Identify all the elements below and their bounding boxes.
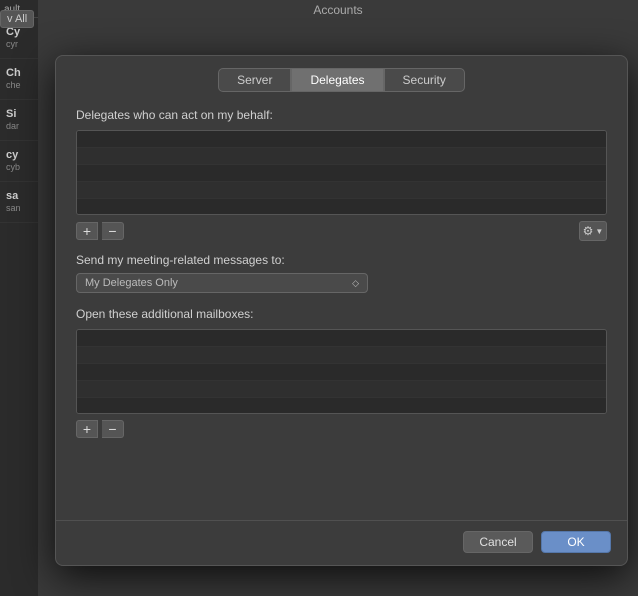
window-title: Accounts — [313, 3, 362, 17]
gear-chevron-icon: ▼ — [595, 227, 603, 236]
mailboxes-button-row: + − — [76, 420, 607, 438]
list-row — [77, 199, 606, 215]
add-delegate-button[interactable]: + — [76, 222, 98, 240]
list-row — [77, 165, 606, 182]
tab-security[interactable]: Security — [384, 68, 465, 92]
list-row — [77, 148, 606, 165]
meeting-select[interactable]: My Delegates Only ◇ — [76, 273, 368, 293]
remove-mailbox-button[interactable]: − — [102, 420, 124, 438]
list-row — [77, 131, 606, 148]
delegates-label: Delegates who can act on my behalf: — [76, 108, 607, 122]
sidebar-item-si[interactable]: Sidar — [0, 100, 38, 141]
delegates-button-row: + − ⚙ ▼ — [76, 221, 607, 241]
tab-bar: Server Delegates Security — [56, 56, 627, 92]
meeting-select-chevron-icon: ◇ — [352, 278, 359, 289]
add-mailbox-button[interactable]: + — [76, 420, 98, 438]
mailboxes-list[interactable] — [76, 329, 607, 414]
accounts-dialog: Server Delegates Security Delegates who … — [55, 55, 628, 566]
tab-server[interactable]: Server — [218, 68, 291, 92]
cancel-button[interactable]: Cancel — [463, 531, 533, 553]
list-row — [77, 347, 606, 364]
list-row — [77, 182, 606, 199]
dialog-content: Delegates who can act on my behalf: + − … — [56, 92, 627, 520]
gear-button[interactable]: ⚙ ▼ — [579, 221, 607, 241]
tab-delegates[interactable]: Delegates — [291, 68, 383, 92]
sidebar-item-sa[interactable]: sasan — [0, 182, 38, 223]
ok-button[interactable]: OK — [541, 531, 611, 553]
list-row — [77, 398, 606, 414]
remove-delegate-button[interactable]: − — [102, 222, 124, 240]
title-bar: Accounts — [38, 0, 638, 20]
dialog-footer: Cancel OK — [56, 520, 627, 565]
list-row — [77, 364, 606, 381]
mailboxes-label: Open these additional mailboxes: — [76, 307, 607, 321]
mailboxes-section: Open these additional mailboxes: + − — [76, 307, 607, 438]
meeting-section: Send my meeting-related messages to: My … — [76, 253, 607, 293]
list-row — [77, 330, 606, 347]
view-all-button[interactable]: v All — [0, 10, 34, 28]
list-row — [77, 381, 606, 398]
sidebar-item-ch[interactable]: Chche — [0, 59, 38, 100]
sidebar-item-cy2[interactable]: cycyb — [0, 141, 38, 182]
meeting-select-value: My Delegates Only — [85, 277, 178, 289]
gear-icon: ⚙ — [583, 224, 594, 238]
delegates-list[interactable] — [76, 130, 607, 215]
meeting-label: Send my meeting-related messages to: — [76, 253, 607, 267]
sidebar: ault Cycyr Chche Sidar cycyb sasan — [0, 0, 38, 596]
